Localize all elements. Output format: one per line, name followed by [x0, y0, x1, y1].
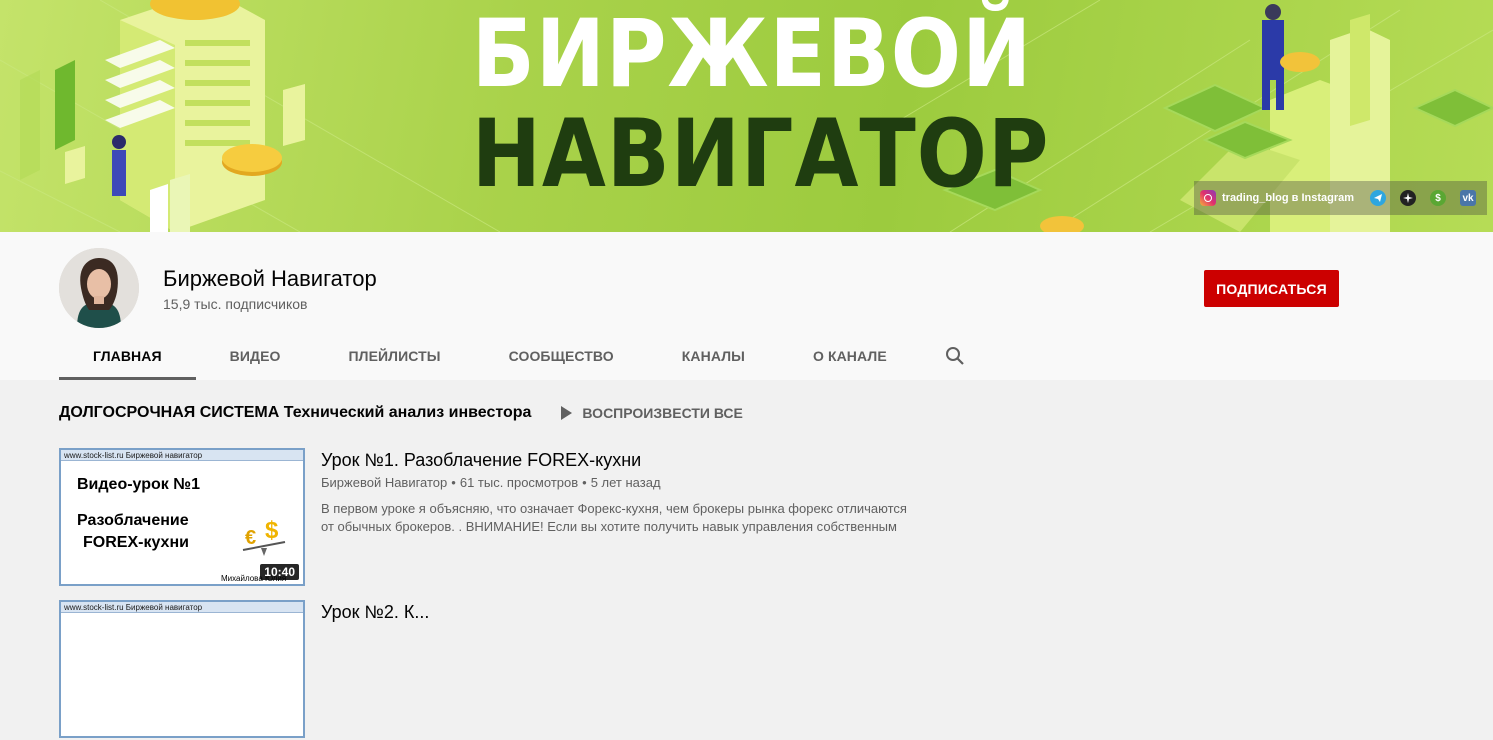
- subscriber-count: 15,9 тыс. подписчиков: [163, 296, 308, 312]
- instagram-icon: [1200, 190, 1216, 206]
- channel-name: Биржевой Навигатор: [163, 266, 377, 291]
- tab-about[interactable]: О КАНАЛЕ: [779, 332, 921, 380]
- avatar[interactable]: [59, 248, 139, 328]
- channel-header: Биржевой Навигатор 15,9 тыс. подписчиков…: [0, 232, 1493, 380]
- avatar-image: [59, 248, 139, 328]
- video-title[interactable]: Урок №1. Разоблачение FOREX-кухни: [321, 448, 921, 472]
- video-item[interactable]: www.stock-list.ru Биржевой навигатор Вид…: [59, 448, 1059, 588]
- subscribe-button[interactable]: ПОДПИСАТЬСЯ: [1204, 270, 1339, 307]
- channel-tabs: ГЛАВНАЯ ВИДЕО ПЛЕЙЛИСТЫ СООБЩЕСТВО КАНАЛ…: [59, 332, 979, 380]
- video-age: 5 лет назад: [590, 475, 661, 490]
- tab-playlists[interactable]: ПЛЕЙЛИСТЫ: [315, 332, 475, 380]
- tab-community[interactable]: СООБЩЕСТВО: [475, 332, 648, 380]
- thumbnail-text-line1: Видео-урок №1: [77, 476, 200, 493]
- banner-links: trading_blog в Instagram $ vk: [1194, 181, 1487, 215]
- video-description: В первом уроке я объясняю, что означает …: [321, 501, 907, 534]
- tab-home[interactable]: ГЛАВНАЯ: [59, 332, 196, 380]
- play-all-button[interactable]: ВОСПРОИЗВЕСТИ ВСЕ: [561, 405, 743, 421]
- play-all-label: ВОСПРОИЗВЕСТИ ВСЕ: [582, 405, 743, 421]
- thumbnail-text-line3: FOREX-кухни: [83, 534, 189, 551]
- tab-channels[interactable]: КАНАЛЫ: [648, 332, 779, 380]
- channel-banner: БИРЖЕВОЙ НАВИГАТОР trading_blog в Instag…: [0, 0, 1493, 232]
- playlist-section-title[interactable]: ДОЛГОСРОЧНАЯ СИСТЕМА Технический анализ …: [59, 404, 531, 422]
- thumbnail-header: www.stock-list.ru Биржевой навигатор: [61, 450, 303, 461]
- zen-icon[interactable]: [1400, 190, 1417, 206]
- channel-search-button[interactable]: [931, 332, 979, 380]
- svg-text:€: €: [245, 527, 256, 549]
- video-item[interactable]: www.stock-list.ru Биржевой навигатор Уро…: [59, 600, 1059, 740]
- video-title[interactable]: Урок №2. К...: [321, 600, 921, 624]
- money-icon[interactable]: $: [1430, 190, 1447, 206]
- tab-videos[interactable]: ВИДЕО: [196, 332, 315, 380]
- video-meta: Биржевой Навигатор • 61 тыс. просмотров • 5 …: [321, 475, 661, 490]
- video-thumbnail[interactable]: www.stock-list.ru Биржевой навигатор: [59, 600, 305, 738]
- video-info: Урок №1. Разоблачение FOREX-кухни Биржев…: [321, 448, 921, 536]
- play-icon: [561, 406, 573, 420]
- video-thumbnail[interactable]: www.stock-list.ru Биржевой навигатор Вид…: [59, 448, 305, 586]
- video-views: 61 тыс. просмотров: [459, 475, 579, 490]
- search-icon: [945, 347, 964, 365]
- banner-title-line1: БИРЖЕВОЙ: [471, 0, 1033, 109]
- coins-icon: € $: [242, 517, 286, 556]
- instagram-link[interactable]: trading_blog в Instagram: [1200, 181, 1354, 215]
- telegram-icon[interactable]: [1370, 190, 1387, 206]
- instagram-link-label: trading_blog в Instagram: [1222, 192, 1355, 204]
- thumbnail-text-line2: Разоблачение: [77, 512, 189, 529]
- video-duration: 10:40: [260, 564, 299, 580]
- vk-icon[interactable]: vk: [1460, 190, 1477, 206]
- svg-text:$: $: [265, 517, 279, 544]
- banner-title-line2: НАВИГАТОР: [471, 100, 1050, 209]
- video-info: Урок №2. К...: [321, 600, 921, 624]
- playlist-section-header: ДОЛГОСРОЧНАЯ СИСТЕМА Технический анализ …: [59, 404, 743, 422]
- video-channel[interactable]: Биржевой Навигатор: [321, 475, 447, 490]
- thumbnail-header: www.stock-list.ru Биржевой навигатор: [61, 602, 303, 613]
